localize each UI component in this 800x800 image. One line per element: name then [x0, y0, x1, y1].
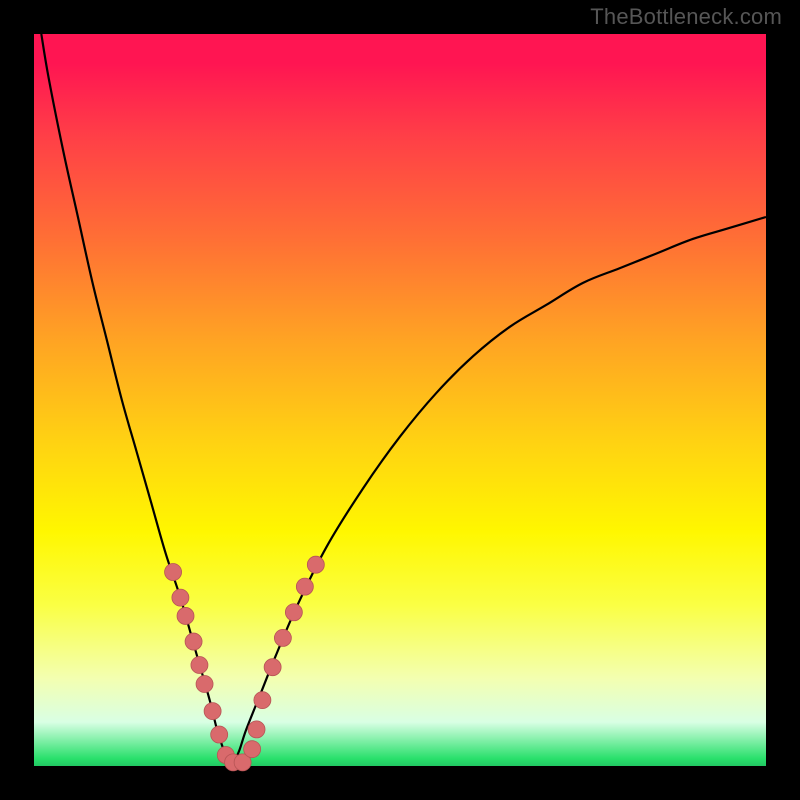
- curve-right-branch: [232, 217, 766, 766]
- data-marker: [296, 578, 313, 595]
- data-marker: [185, 633, 202, 650]
- data-marker: [285, 604, 302, 621]
- data-marker: [244, 741, 261, 758]
- data-marker: [177, 607, 194, 624]
- data-marker: [254, 692, 271, 709]
- plot-area: [34, 34, 766, 766]
- data-marker: [307, 556, 324, 573]
- data-marker: [211, 726, 228, 743]
- chart-frame: TheBottleneck.com: [0, 0, 800, 800]
- data-marker: [191, 656, 208, 673]
- data-marker: [172, 589, 189, 606]
- data-marker: [165, 564, 182, 581]
- data-marker: [274, 629, 291, 646]
- data-marker: [264, 659, 281, 676]
- data-marker: [204, 703, 221, 720]
- chart-svg: [34, 34, 766, 766]
- curve-left-branch: [41, 34, 231, 766]
- data-marker: [196, 676, 213, 693]
- watermark-label: TheBottleneck.com: [590, 4, 782, 30]
- data-marker: [248, 721, 265, 738]
